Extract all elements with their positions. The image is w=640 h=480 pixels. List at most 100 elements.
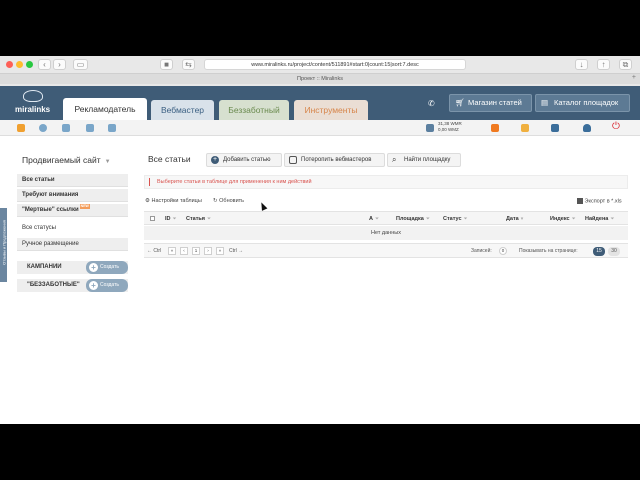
select-all-checkbox[interactable] <box>150 216 155 221</box>
filter-icon[interactable]: ⏷ <box>572 216 576 222</box>
briefcase-icon[interactable] <box>17 124 25 132</box>
sidebar-icon[interactable]: ▭ <box>73 59 88 70</box>
sort-desc-icon[interactable]: ▾ <box>521 216 524 222</box>
carefree-label: "БЕЗЗАБОТНЫЕ" <box>27 282 80 288</box>
feedback-tab[interactable]: Отзывы и Предложения <box>0 208 7 282</box>
export-xls-link[interactable]: Экспорт в *.xls <box>577 198 622 204</box>
notice-text: Выберите статьи в таблице для применения… <box>157 179 312 185</box>
create-campaign-button[interactable]: + Создать <box>86 261 128 274</box>
next-page-icon[interactable]: › <box>204 247 212 255</box>
create-carefree-button[interactable]: + Создать <box>86 279 128 292</box>
column-status[interactable]: Статус ⏷ <box>443 212 468 226</box>
extension-icon[interactable]: ⇆ <box>182 59 195 70</box>
new-tab-icon[interactable]: + <box>632 74 636 81</box>
plus-icon: + <box>89 263 98 272</box>
column-article-label: Статья <box>186 216 206 222</box>
excel-icon <box>577 198 583 204</box>
plus-icon: + <box>211 156 219 164</box>
sidebar-item-manual-placement[interactable]: Ручное размещение <box>17 238 128 251</box>
refresh-link[interactable]: ↻ Обновить <box>213 198 244 204</box>
priority-icon[interactable] <box>521 124 529 132</box>
per-page-30[interactable]: 30 <box>608 247 620 256</box>
column-id[interactable]: ID ⏷ <box>165 212 177 226</box>
zoom-window-button[interactable] <box>26 61 33 68</box>
bother-webmasters-button[interactable]: Потеропить вебмастеров <box>284 153 385 167</box>
close-window-button[interactable] <box>6 61 13 68</box>
flag-icon[interactable] <box>491 124 499 132</box>
campaigns-label: КАМПАНИИ <box>27 264 62 270</box>
download-icon[interactable]: ↓ <box>575 59 588 70</box>
logout-icon[interactable]: ⏻ <box>612 121 620 132</box>
notice-bar <box>149 178 150 186</box>
page-title: Все статьи <box>148 154 191 164</box>
forward-icon[interactable]: › <box>53 59 66 70</box>
filter-icon[interactable]: ⏷ <box>610 216 614 222</box>
filter-icon[interactable]: ⏷ <box>173 216 177 222</box>
reader-icon[interactable]: ■ <box>160 59 173 70</box>
tab-webmaster[interactable]: Вебмастер <box>151 100 214 120</box>
filter-icon[interactable]: ⏷ <box>464 216 468 222</box>
sidebar-item-dead-links[interactable]: "Мертвые" ссылкиNEW <box>17 204 128 217</box>
tab-carefree[interactable]: Беззаботный <box>219 100 289 120</box>
find-site-button[interactable]: ⌕ Найти площадку <box>387 153 461 167</box>
back-icon[interactable]: ‹ <box>38 59 51 70</box>
promoted-site-select[interactable]: Продвигаемый сайт ▼ <box>22 155 111 165</box>
mail-icon[interactable] <box>551 124 559 132</box>
refresh-label: Обновить <box>219 198 245 204</box>
promoted-site-label: Продвигаемый сайт <box>22 155 101 165</box>
browser-toolbar: ‹ › ▭ ■ ⇆ www.miralinks.ru/project/conte… <box>0 57 640 72</box>
filter-icon[interactable]: ⏷ <box>375 216 379 222</box>
column-found[interactable]: Найдена ⏷ <box>585 212 614 226</box>
per-page-15[interactable]: 15 <box>593 247 605 256</box>
selection-notice: Выберите статьи в таблице для применения… <box>144 175 628 189</box>
dead-links-label: "Мертвые" ссылки <box>22 207 79 213</box>
records-label: Записей: <box>471 248 492 254</box>
link-icon[interactable] <box>39 124 47 132</box>
filter-icon[interactable]: ⏷ <box>426 216 430 222</box>
next-page-link[interactable]: Ctrl → <box>229 247 243 255</box>
prev-page-icon[interactable]: ‹ <box>180 247 188 255</box>
records-count: 0 <box>499 247 507 255</box>
site-catalog-button[interactable]: ▤ Каталог площадок <box>535 94 630 112</box>
wallet-balance[interactable]: 31,38 WMR 0,00 WMZ <box>438 121 462 133</box>
column-a[interactable]: А ⏷ <box>369 212 379 226</box>
sidebar-item-all-statuses[interactable]: Все статусы <box>17 222 128 235</box>
tab-tools[interactable]: Инструменты <box>294 100 368 120</box>
sidebar-item-attention[interactable]: Требуют внимания <box>17 189 128 202</box>
current-page[interactable]: 1 <box>192 247 200 255</box>
tab-advertiser[interactable]: Рекламодатель <box>63 98 147 120</box>
prev-page-link[interactable]: ← Ctrl <box>147 247 161 255</box>
tabs-icon[interactable]: ⧉ <box>619 59 632 70</box>
sidebar-item-all-articles[interactable]: Все статьи <box>17 174 128 187</box>
chart-icon[interactable] <box>86 124 94 132</box>
column-article[interactable]: Статья ⏷ <box>186 212 211 226</box>
phone-icon[interactable]: ✆ <box>428 99 436 108</box>
edit-icon[interactable] <box>108 124 116 132</box>
column-index[interactable]: Индекс ⏷ <box>550 212 576 226</box>
alarm-icon <box>289 156 297 164</box>
first-page-icon[interactable]: « <box>168 247 176 255</box>
no-data-row: Нет данных <box>144 226 628 240</box>
logo[interactable]: miralinks <box>15 90 51 118</box>
catalog-icon: ▤ <box>541 98 549 107</box>
user-icon[interactable] <box>583 124 591 132</box>
shield-icon[interactable] <box>62 124 70 132</box>
share-icon[interactable]: ↑ <box>597 59 610 70</box>
carefree-row: "БЕЗЗАБОТНЫЕ" + Создать <box>17 279 128 292</box>
url-bar[interactable]: www.miralinks.ru/project/content/511891#… <box>204 59 466 70</box>
plus-icon: + <box>89 281 98 290</box>
column-site[interactable]: Площадка ⏷ <box>396 212 430 226</box>
wallet-icon[interactable] <box>426 124 434 132</box>
column-date[interactable]: Дата ▾ <box>506 212 523 226</box>
articles-table-header: ID ⏷ Статья ⏷ А ⏷ Площадка ⏷ Статус ⏷ Дата ▾ И… <box>144 211 628 225</box>
table-pager: ← Ctrl « ‹ 1 › » Ctrl → Записей: 0 Показ… <box>144 243 628 258</box>
article-shop-button[interactable]: 🛒︎ Магазин статей <box>449 94 532 112</box>
add-article-button[interactable]: + Добавить статью <box>206 153 282 167</box>
table-settings-link[interactable]: ⚙ Настройки таблицы <box>145 198 202 204</box>
browser-tab-title[interactable]: Проект :: Miralinks <box>0 73 640 84</box>
create-campaign-label: Создать <box>100 264 120 270</box>
screen: ‹ › ▭ ■ ⇆ www.miralinks.ru/project/conte… <box>0 56 640 424</box>
filter-icon[interactable]: ⏷ <box>207 216 211 222</box>
last-page-icon[interactable]: » <box>216 247 224 255</box>
minimize-window-button[interactable] <box>16 61 23 68</box>
